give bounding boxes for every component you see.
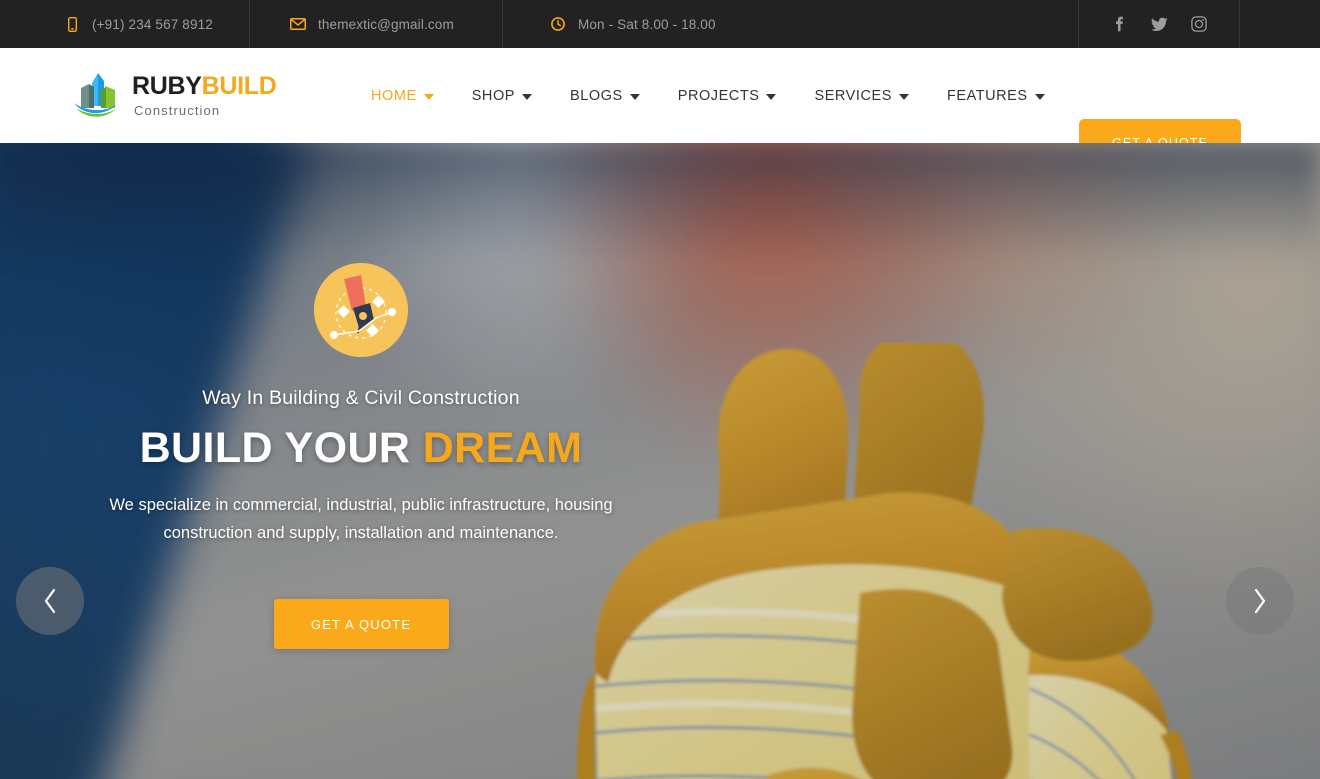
- logo-text: RUBYBUILD Construction: [132, 72, 277, 118]
- main-navigation: HOME SHOP BLOGS PROJECTS SERVICES FEATUR…: [352, 88, 1064, 104]
- chevron-down-icon: [423, 93, 434, 100]
- topbar-hours: Mon - Sat 8.00 - 18.00: [503, 0, 1078, 48]
- topbar-social-links: [1079, 0, 1239, 48]
- nav-item-services[interactable]: SERVICES: [795, 88, 927, 104]
- mobile-phone-icon: [64, 16, 80, 32]
- chevron-down-icon: [766, 93, 777, 100]
- nav-item-home-label: HOME: [371, 87, 417, 104]
- chevron-down-icon: [898, 93, 909, 100]
- topbar-tail-space: [1240, 0, 1320, 48]
- site-header: RUBYBUILD Construction HOME SHOP BLOGS P…: [0, 48, 1320, 166]
- chevron-left-icon: [41, 587, 59, 615]
- hero-title-accent: DREAM: [422, 424, 583, 472]
- topbar-hours-text: Mon - Sat 8.00 - 18.00: [578, 16, 716, 32]
- nav-item-features-label: FEATURES: [946, 87, 1028, 104]
- hero-subtitle: Way In Building & Civil Construction: [202, 387, 520, 409]
- hero-get-a-quote-button[interactable]: GET A QUOTE: [273, 599, 449, 649]
- instagram-icon[interactable]: [1190, 15, 1208, 33]
- topbar-phone[interactable]: (+91) 234 567 8912: [0, 0, 249, 48]
- logo-tagline: Construction: [134, 103, 221, 118]
- carousel-next-button[interactable]: [1226, 567, 1294, 635]
- hero-slider: Way In Building & Civil Construction BUI…: [0, 143, 1320, 779]
- nav-item-home[interactable]: HOME: [352, 88, 453, 104]
- chevron-down-icon: [629, 93, 640, 100]
- hero-content: Way In Building & Civil Construction BUI…: [0, 143, 722, 779]
- hero-description: We specialize in commercial, industrial,…: [109, 496, 613, 542]
- topbar-email[interactable]: themextic@gmail.com: [250, 0, 502, 48]
- nav-item-services-label: SERVICES: [814, 87, 892, 104]
- chevron-down-icon: [522, 93, 532, 100]
- facebook-icon[interactable]: [1110, 15, 1128, 33]
- clock-icon: [550, 16, 566, 32]
- chevron-down-icon: [1034, 93, 1045, 100]
- nav-item-projects[interactable]: PROJECTS: [659, 88, 796, 104]
- envelope-icon: [290, 16, 306, 32]
- nav-item-projects-label: PROJECTS: [677, 87, 760, 104]
- chevron-right-icon: [1251, 587, 1269, 615]
- building-logo-icon: [72, 70, 120, 122]
- nav-item-features[interactable]: FEATURES: [928, 88, 1064, 104]
- hero-title: BUILD YOUR DREAM: [140, 424, 583, 473]
- logo-name-part2: BUILD: [201, 72, 277, 100]
- carousel-prev-button[interactable]: [16, 567, 84, 635]
- topbar-email-text: themextic@gmail.com: [318, 16, 454, 32]
- nav-item-blogs-label: BLOGS: [570, 87, 623, 104]
- site-logo[interactable]: RUBYBUILD Construction: [0, 70, 360, 122]
- nav-item-blogs[interactable]: BLOGS: [551, 88, 659, 104]
- nav-item-shop-label: SHOP: [471, 87, 515, 104]
- pen-tool-design-icon: [314, 263, 408, 357]
- nav-item-shop[interactable]: SHOP: [453, 88, 551, 104]
- topbar-phone-text: (+91) 234 567 8912: [92, 16, 213, 32]
- twitter-icon[interactable]: [1150, 15, 1168, 33]
- logo-name-part1: RUBY: [132, 72, 202, 100]
- hero-title-white: BUILD YOUR: [139, 424, 423, 472]
- top-contact-bar: (+91) 234 567 8912 themextic@gmail.com M…: [0, 0, 1320, 48]
